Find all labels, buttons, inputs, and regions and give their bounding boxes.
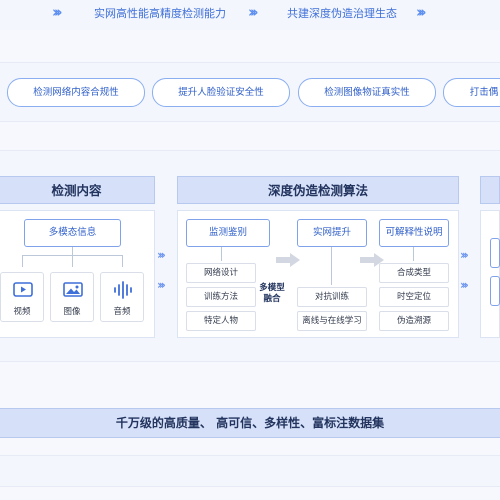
connector-line: [413, 247, 414, 261]
multi-model-fusion-label: 多模型 融合: [259, 283, 285, 304]
connector-line: [221, 247, 222, 261]
modality-label: 音频: [113, 307, 131, 317]
real-net-box: 实网提升: [297, 219, 367, 247]
banner-phrase-2: 共建深度伪造治理生态: [287, 7, 397, 20]
dataset-banner: 千万级的高质量、 高可信、多样性、富标注数据集: [0, 408, 500, 438]
modality-audio-tile: 音频: [100, 272, 144, 322]
algorithm-header: 深度伪造检测算法: [177, 176, 459, 204]
goal-pill: 检测图像物证真实性: [298, 78, 436, 107]
flow-arrow-icon: ›››: [460, 278, 469, 292]
output-panel-partial: [480, 210, 500, 338]
connector-line: [122, 255, 123, 267]
banner-phrase-1: 实网高性能高精度检测能力: [94, 7, 226, 20]
modality-label: 图像: [63, 307, 81, 317]
algorithm-tag: 伪造溯源: [379, 311, 449, 331]
image-icon: [63, 282, 83, 297]
algorithm-tag: 特定人物: [186, 311, 256, 331]
detect-content-header: 检测内容: [0, 176, 155, 204]
chevron-right-icon: ›››: [416, 3, 426, 21]
modality-label: 视频: [13, 307, 31, 317]
connector-line: [72, 247, 73, 255]
output-box-partial: [490, 276, 500, 306]
algorithm-tag: 时空定位: [379, 287, 449, 307]
algorithm-tag: 训练方法: [186, 287, 256, 307]
modality-image-tile: 图像: [50, 272, 94, 322]
algorithm-tag: 合成类型: [379, 263, 449, 283]
output-box-partial: [490, 238, 500, 268]
algorithm-tag: 对抗训练: [297, 287, 367, 307]
flow-arrow-icon: ›››: [460, 248, 469, 262]
process-arrow-icon: [276, 253, 300, 267]
audio-wave-icon: [114, 281, 132, 299]
connector-line: [22, 255, 23, 267]
explainability-box: 可解释性说明: [379, 219, 449, 247]
goal-pill: 检测网络内容合规性: [7, 78, 145, 107]
flow-arrow-icon: ›››: [157, 248, 166, 262]
surveillance-box: 监测鉴别: [186, 219, 270, 247]
connector-line: [72, 255, 73, 267]
connector-line: [331, 247, 332, 285]
chevron-right-icon: ›››: [248, 3, 258, 21]
algorithm-tag: 网络设计: [186, 263, 256, 283]
chevron-right-icon: ›››: [52, 3, 62, 21]
multimodal-info-box: 多模态信息: [24, 219, 121, 247]
goal-pill: 提升人脸验证安全性: [152, 78, 290, 107]
flow-arrow-icon: ›››: [157, 278, 166, 292]
modality-video-tile: 视频: [0, 272, 44, 322]
bottom-band: [0, 455, 500, 487]
algorithm-tag: 离线与在线学习: [297, 311, 367, 331]
goal-pill: 打击偶: [443, 78, 500, 107]
video-icon: [13, 282, 33, 297]
output-header-partial: [480, 176, 500, 204]
